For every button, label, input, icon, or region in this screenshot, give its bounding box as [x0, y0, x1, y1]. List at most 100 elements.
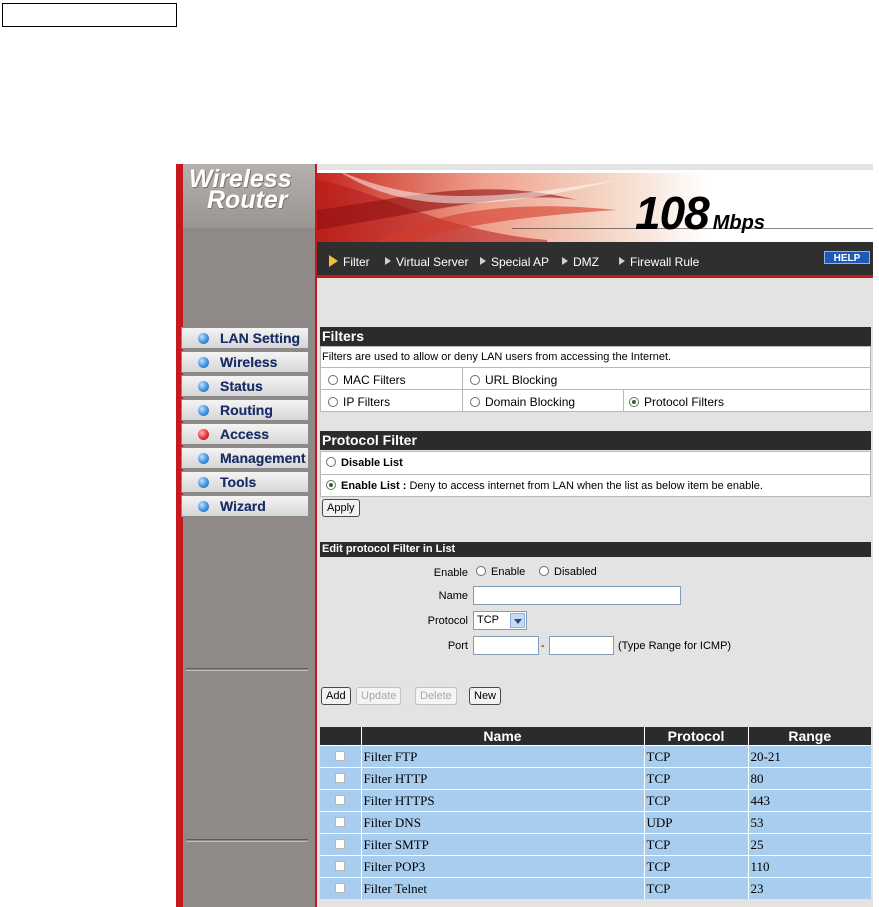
arrow-right-icon: [562, 257, 568, 265]
row-checkbox-cell: [320, 811, 362, 834]
tab-special-ap[interactable]: Special AP: [480, 255, 549, 269]
sidebar-item-tools[interactable]: Tools: [181, 471, 309, 493]
top-placeholder-box: [2, 3, 177, 27]
header-banner: [317, 170, 873, 242]
row-protocol: TCP: [644, 833, 749, 856]
sidebar-item-status[interactable]: Status: [181, 375, 309, 397]
row-checkbox[interactable]: [335, 816, 346, 827]
tab-filter[interactable]: Filter: [329, 255, 370, 269]
protocol-label: Protocol: [427, 615, 468, 627]
sidebar-item-access[interactable]: Access: [181, 423, 309, 445]
column-header-check: [320, 727, 362, 746]
url-blocking-option[interactable]: URL Blocking: [470, 373, 557, 387]
sidebar-item-label: Tools: [220, 474, 257, 490]
sidebar-item-label: Status: [220, 378, 263, 394]
speed-value: 108: [635, 187, 710, 239]
row-checkbox[interactable]: [335, 838, 346, 849]
radio-selected-icon[interactable]: [326, 480, 336, 490]
sidebar-divider: [186, 668, 308, 669]
row-checkbox[interactable]: [335, 750, 346, 761]
radio-icon[interactable]: [328, 397, 338, 407]
mac-filters-option[interactable]: MAC Filters: [328, 373, 406, 387]
radio-icon[interactable]: [470, 397, 480, 407]
tab-label: Virtual Server: [396, 255, 469, 269]
radio-icon[interactable]: [470, 375, 480, 385]
row-range: 443: [748, 789, 871, 812]
tab-firewall-rule[interactable]: Firewall Rule: [619, 255, 699, 269]
bullet-icon: [198, 477, 209, 488]
option-label: Disable List: [341, 457, 403, 469]
radio-icon[interactable]: [539, 566, 549, 576]
sidebar-item-label: Access: [220, 426, 270, 442]
update-button[interactable]: Update: [356, 687, 402, 705]
table-row[interactable]: Filter Telnet TCP 23: [320, 877, 871, 899]
tab-label: Special AP: [491, 255, 550, 269]
table-row[interactable]: Filter HTTPS TCP 443: [320, 789, 871, 812]
radio-icon[interactable]: [328, 375, 338, 385]
column-header-name: Name: [361, 727, 645, 746]
arrow-right-icon: [480, 257, 486, 265]
table-row[interactable]: Filter HTTP TCP 80: [320, 767, 871, 790]
domain-blocking-option[interactable]: Domain Blocking: [470, 395, 575, 409]
filter-cell: IP Filters: [321, 390, 463, 411]
port-from-input[interactable]: [473, 636, 539, 655]
radio-icon[interactable]: [476, 566, 486, 576]
sidebar-divider: [186, 839, 308, 840]
disabled-radio-option[interactable]: Disabled: [539, 566, 597, 578]
tab-virtual-server[interactable]: Virtual Server: [385, 255, 468, 269]
sidebar-item-lan-setting[interactable]: LAN Setting: [181, 327, 309, 349]
help-button[interactable]: HELP: [824, 251, 870, 264]
banner-swoosh-graphic: [317, 170, 873, 242]
row-checkbox[interactable]: [335, 882, 346, 893]
protocol-filters-option[interactable]: Protocol Filters: [629, 395, 724, 409]
row-checkbox[interactable]: [335, 860, 346, 871]
arrow-right-icon: [385, 257, 391, 265]
row-checkbox[interactable]: [335, 794, 346, 805]
delete-button[interactable]: Delete: [415, 687, 457, 705]
row-checkbox-cell: [320, 833, 362, 856]
apply-button[interactable]: Apply: [322, 499, 360, 517]
disable-list-option[interactable]: Disable List: [326, 457, 403, 469]
add-button[interactable]: Add: [321, 687, 351, 705]
tab-dmz[interactable]: DMZ: [562, 255, 599, 269]
table-row[interactable]: Filter DNS UDP 53: [320, 811, 871, 834]
row-protocol: TCP: [644, 855, 749, 878]
tab-label: DMZ: [573, 255, 599, 269]
row-protocol: TCP: [644, 767, 749, 790]
chevron-down-icon[interactable]: [510, 613, 525, 628]
bullet-icon: [198, 333, 209, 344]
radio-icon[interactable]: [326, 457, 336, 467]
table-row[interactable]: Filter SMTP TCP 25: [320, 833, 871, 856]
port-to-input[interactable]: [549, 636, 614, 655]
row-checkbox-cell: [320, 767, 362, 790]
row-range: 23: [748, 877, 871, 899]
sidebar-item-routing[interactable]: Routing: [181, 399, 309, 421]
bullet-icon: [198, 405, 209, 416]
sidebar-item-wireless[interactable]: Wireless: [181, 351, 309, 373]
bullet-icon: [198, 453, 209, 464]
row-checkbox-cell: [320, 877, 362, 899]
row-range: 25: [748, 833, 871, 856]
option-label: MAC Filters: [343, 373, 406, 387]
enable-radio-option[interactable]: Enable: [476, 566, 525, 578]
speed-badge: 108 Mbps: [635, 186, 765, 240]
table-header-row: Name Protocol Range: [320, 727, 871, 746]
ip-filters-option[interactable]: IP Filters: [328, 395, 390, 409]
arrow-right-icon: [329, 255, 338, 267]
new-button[interactable]: New: [469, 687, 502, 705]
radio-selected-icon[interactable]: [629, 397, 639, 407]
row-checkbox[interactable]: [335, 772, 346, 783]
filters-options-row-1: MAC Filters URL Blocking: [320, 367, 871, 390]
table-row[interactable]: Filter POP3 TCP 110: [320, 855, 871, 878]
row-name: Filter DNS: [361, 811, 645, 834]
protocol-select[interactable]: TCP: [473, 611, 527, 630]
row-protocol: TCP: [644, 789, 749, 812]
port-hint: (Type Range for ICMP): [618, 640, 732, 652]
table-row[interactable]: Filter FTP TCP 20-21: [320, 745, 871, 768]
enable-list-option[interactable]: Enable List : Deny to access internet fr…: [326, 480, 763, 492]
port-label: Port: [447, 640, 468, 652]
tab-label: Filter: [343, 255, 370, 269]
sidebar-item-management[interactable]: Management: [181, 447, 309, 469]
sidebar-item-wizard[interactable]: Wizard: [181, 495, 309, 517]
name-input[interactable]: [473, 586, 681, 605]
